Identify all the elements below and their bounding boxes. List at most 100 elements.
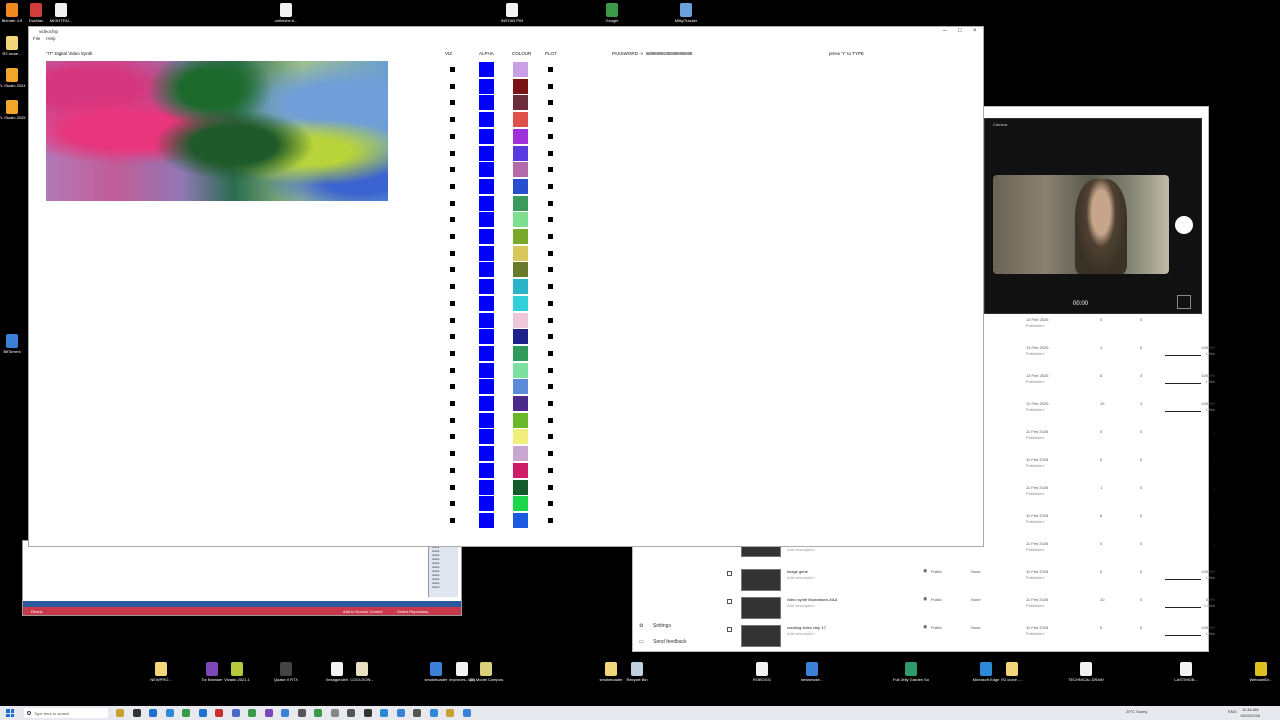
alpha-cell[interactable] — [479, 178, 494, 194]
last-capture-thumbnail[interactable] — [1177, 295, 1191, 309]
viz-toggle[interactable] — [450, 350, 455, 356]
viz-toggle[interactable] — [450, 100, 455, 106]
row-checkbox[interactable] — [727, 599, 732, 604]
taskbar-app-icon[interactable] — [132, 709, 141, 717]
alpha-cell[interactable] — [479, 345, 494, 361]
alpha-cell[interactable] — [479, 112, 494, 128]
alpha-cell[interactable] — [479, 496, 494, 512]
taskbar-app-icon[interactable] — [264, 709, 273, 717]
alpha-cell[interactable] — [479, 512, 494, 528]
desktop-icon[interactable]: Quake II RTX — [268, 662, 304, 682]
viz-toggle[interactable] — [450, 384, 455, 390]
taskbar-app-icon[interactable] — [182, 709, 190, 717]
desktop-icon[interactable]: Google — [594, 3, 630, 23]
desktop-icon[interactable]: newsmoke... — [794, 662, 830, 682]
viz-toggle[interactable] — [450, 367, 455, 373]
plot-toggle[interactable] — [548, 150, 553, 156]
viz-toggle[interactable] — [450, 133, 455, 139]
clock-date[interactable]: 15/02/2026 — [1240, 713, 1260, 718]
colour-swatch[interactable] — [513, 95, 528, 111]
viz-toggle[interactable] — [450, 183, 455, 189]
add-source-control-button[interactable]: Add to Source Control — [343, 609, 382, 614]
colour-swatch[interactable] — [513, 512, 528, 528]
colour-swatch[interactable] — [513, 128, 528, 144]
desktop-icon[interactable]: unfinishe.b... — [268, 3, 304, 23]
plot-toggle[interactable] — [548, 401, 553, 406]
viz-toggle[interactable] — [450, 67, 455, 72]
desktop-icon[interactable]: Vita Model Compos... — [468, 662, 504, 682]
plot-toggle[interactable] — [548, 217, 553, 223]
taskbar-app-icon[interactable] — [165, 709, 174, 717]
plot-toggle[interactable] — [548, 67, 553, 72]
colour-swatch[interactable] — [513, 446, 528, 462]
desktop-icon[interactable]: Recycle Bin — [619, 662, 655, 682]
desktop-icon[interactable]: INSTAN PIN — [494, 3, 530, 23]
alpha-cell[interactable] — [479, 62, 494, 77]
plot-toggle[interactable] — [548, 451, 553, 457]
viz-toggle[interactable] — [450, 250, 455, 256]
taskbar-app-icon[interactable] — [462, 709, 471, 717]
desktop-icon[interactable]: MilkyTracker — [668, 3, 704, 23]
viz-toggle[interactable] — [450, 501, 455, 507]
desktop-icon[interactable]: R2 clone -... — [994, 662, 1030, 682]
plot-toggle[interactable] — [548, 133, 553, 139]
desktop-icon[interactable]: Vivado 2021.1 — [219, 662, 255, 682]
plot-toggle[interactable] — [548, 350, 553, 356]
colour-swatch[interactable] — [513, 279, 528, 295]
colour-swatch[interactable] — [513, 479, 528, 495]
menu-item[interactable]: File — [33, 36, 40, 41]
windows-start-icon[interactable] — [6, 709, 14, 717]
taskbar-app-icon[interactable] — [248, 709, 256, 717]
colour-swatch[interactable] — [513, 295, 528, 311]
viz-toggle[interactable] — [450, 284, 455, 290]
table-row[interactable]: video synth illustrations AAA Add descrip… — [727, 596, 1215, 625]
taskbar-app-icon[interactable] — [396, 709, 405, 717]
colour-swatch[interactable] — [513, 379, 528, 395]
colour-swatch[interactable] — [513, 496, 528, 512]
plot-toggle[interactable] — [548, 200, 553, 206]
taskbar-app-icon[interactable] — [231, 709, 240, 717]
taskbar-app-icon[interactable] — [116, 709, 124, 717]
colour-swatch[interactable] — [513, 178, 528, 194]
viz-toggle[interactable] — [450, 334, 455, 340]
desktop-icon[interactable]: BitTorrent — [0, 334, 30, 354]
row-checkbox[interactable] — [727, 571, 732, 576]
row-checkbox[interactable] — [727, 627, 732, 632]
clock-time[interactable]: 11:46 AM — [1242, 707, 1259, 712]
plot-toggle[interactable] — [548, 300, 553, 306]
alpha-cell[interactable] — [479, 95, 494, 111]
viz-toggle[interactable] — [450, 267, 455, 273]
viz-toggle[interactable] — [450, 150, 455, 156]
plot-toggle[interactable] — [548, 434, 553, 440]
alpha-cell[interactable] — [479, 279, 494, 295]
desktop-icon[interactable]: MIGHTFAI... — [43, 3, 79, 23]
code-editor-window[interactable]: ticks1 ticks1 ticks1 ticks1 ticks1 ticks1 tick… — [22, 540, 462, 616]
taskbar-search[interactable]: Type here to search — [24, 708, 108, 718]
colour-swatch[interactable] — [513, 412, 528, 428]
table-row[interactable]: creating video chip 17 Add description Pub… — [727, 624, 1215, 653]
viz-toggle[interactable] — [450, 517, 455, 523]
alpha-cell[interactable] — [479, 429, 494, 445]
colour-swatch[interactable] — [513, 145, 528, 161]
viz-toggle[interactable] — [450, 83, 455, 89]
minimize-icon[interactable]: – — [943, 28, 946, 34]
alpha-cell[interactable] — [479, 195, 494, 211]
desktop-icon[interactable]: FL Studio 2025 — [0, 100, 30, 120]
desktop-icon[interactable]: LASTIMOB... — [1168, 662, 1204, 682]
colour-swatch[interactable] — [513, 396, 528, 411]
colour-swatch[interactable] — [513, 229, 528, 244]
plot-toggle[interactable] — [548, 100, 553, 106]
viz-toggle[interactable] — [450, 300, 455, 306]
desktop-icon[interactable]: TECHNICAL DRAWING — [1068, 662, 1104, 682]
plot-toggle[interactable] — [548, 501, 553, 507]
colour-swatch[interactable] — [513, 345, 528, 361]
colour-swatch[interactable] — [513, 245, 528, 261]
videochip-window[interactable]: videochip – □ × File Help "IT" Digital Vi… — [28, 26, 984, 547]
alpha-cell[interactable] — [479, 128, 494, 144]
alpha-cell[interactable] — [479, 145, 494, 161]
alpha-cell[interactable] — [479, 379, 494, 395]
taskbar-app-icon[interactable] — [363, 709, 372, 717]
camera-window[interactable]: Camera 00:00 — [984, 118, 1202, 314]
plot-toggle[interactable] — [548, 467, 553, 473]
select-repository-button[interactable]: Select Repository — [397, 609, 428, 614]
